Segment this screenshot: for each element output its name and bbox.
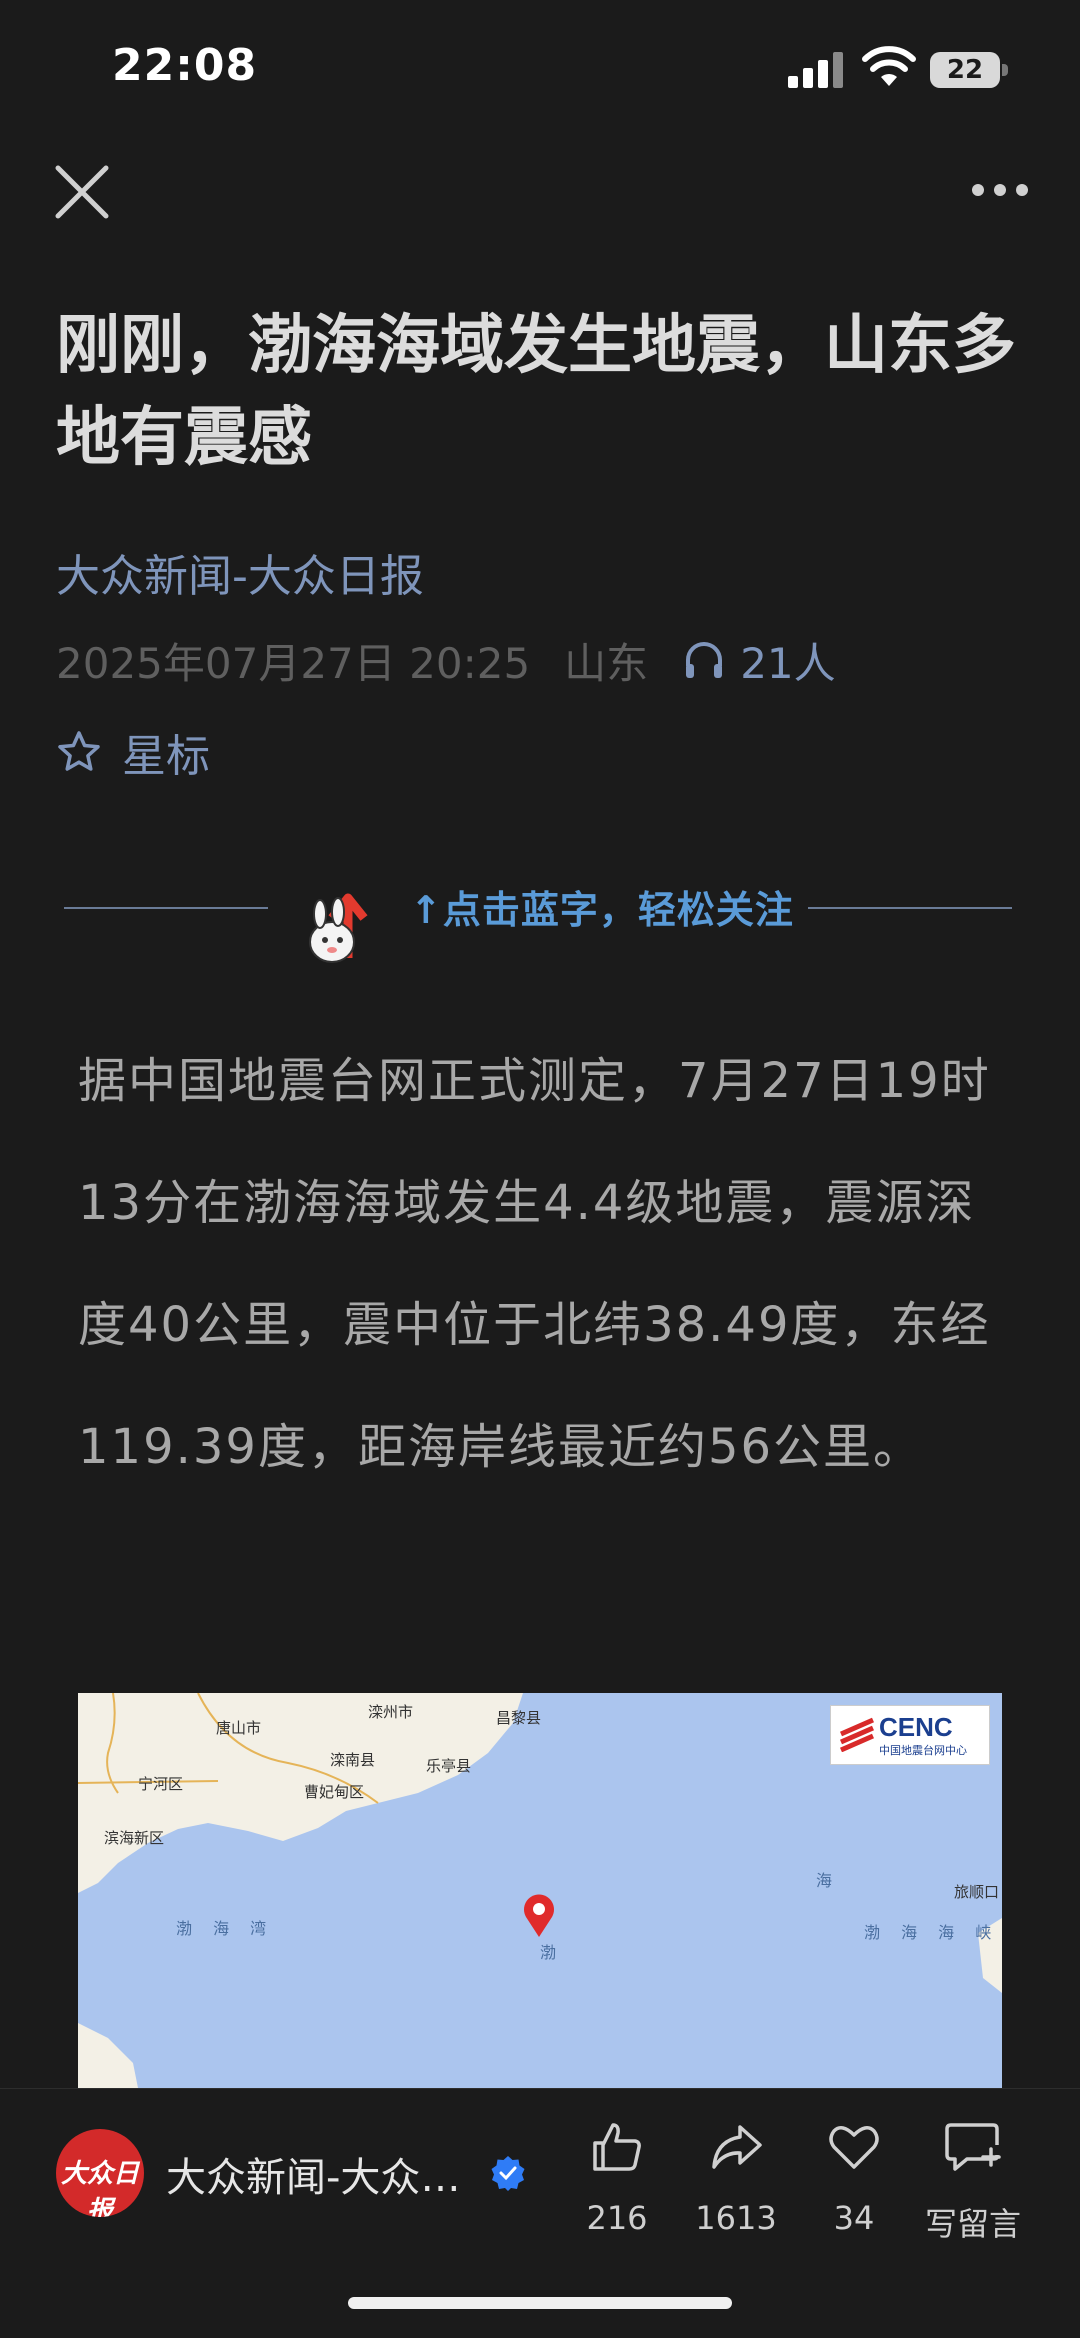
map-sea-label: 渤 海 海 峡: [864, 1923, 1000, 1942]
follow-banner: ↑点击蓝字，轻松关注: [64, 880, 1012, 980]
map-sea-label: 海: [816, 1871, 841, 1890]
star-label: 星标: [122, 731, 210, 782]
publish-date: 2025年07月27日 20:25: [56, 638, 531, 688]
map-place-label: 唐山市: [216, 1719, 262, 1737]
favorite-count: 34: [833, 2199, 875, 2237]
share-icon: [712, 2125, 762, 2169]
more-options-icon[interactable]: [960, 160, 1040, 220]
source-link[interactable]: 大众新闻-大众日报: [56, 540, 424, 604]
earthquake-map: 唐山市 滦州市 昌黎县 滦南县 乐亭县 宁河区 曹妃甸区 滨海新区 旅顺口 渤 …: [78, 1693, 1002, 2088]
comment-icon: [945, 2123, 1001, 2171]
listener-count: 21人: [740, 638, 836, 688]
article-title: 刚刚，渤海海域发生地震，山东多地有震感: [56, 309, 1016, 475]
map-place-label: 昌黎县: [496, 1709, 542, 1727]
follow-banner-text[interactable]: ↑点击蓝字，轻松关注: [410, 880, 794, 940]
avatar-logo-text: 大众日报: [60, 2159, 139, 2217]
account-name[interactable]: 大众新闻-大众日报: [166, 2145, 486, 2203]
heart-icon: [829, 2126, 879, 2169]
like-count: 216: [586, 2199, 648, 2237]
map-place-label: 宁河区: [138, 1775, 184, 1793]
map-place-label: 旅顺口: [954, 1883, 1000, 1901]
headphones-icon: [686, 642, 723, 678]
write-comment-label: 写留言: [924, 2205, 1021, 2243]
wifi-icon: [862, 46, 916, 86]
close-icon[interactable]: [50, 160, 114, 224]
star-button[interactable]: 星标: [56, 722, 210, 782]
share-count: 1613: [695, 2199, 777, 2237]
cenc-logo: CENC 中国地震台网中心: [830, 1705, 990, 1765]
article-meta: 2025年07月27日 20:25 山东 21人: [56, 630, 836, 690]
bunny-mascot-icon: [309, 893, 368, 963]
cenc-logo-text: CENC: [879, 1712, 953, 1742]
banner-divider-right: [808, 907, 1012, 909]
star-icon: [58, 731, 100, 771]
status-bar: 22:08 22: [0, 0, 1080, 140]
cellular-signal-icon: [788, 52, 843, 88]
cenc-logo-subtext: 中国地震台网中心: [879, 1744, 967, 1757]
epicenter-marker-icon: [524, 1894, 554, 1937]
home-indicator[interactable]: [348, 2297, 732, 2309]
map-place-label: 滨海新区: [104, 1829, 165, 1847]
favorite-button[interactable]: 34: [799, 2119, 909, 2249]
verified-badge-icon: [491, 2156, 525, 2191]
map-place-label: 曹妃甸区: [304, 1783, 365, 1801]
status-time: 22:08: [112, 40, 258, 91]
battery-level: 22: [946, 55, 984, 85]
article-body: 据中国地震台网正式测定，7月27日19时13分在渤海海域发生4.4级地震，震源深…: [78, 1053, 991, 1475]
listen-button[interactable]: 21人: [682, 630, 836, 691]
map-sea-label: 渤 海 湾: [176, 1919, 275, 1938]
map-place-label: 滦州市: [368, 1703, 414, 1721]
banner-divider-left: [64, 907, 268, 909]
share-button[interactable]: 1613: [681, 2119, 791, 2249]
thumbs-up-icon: [593, 2123, 641, 2171]
account-avatar[interactable]: 大众日报: [56, 2129, 144, 2217]
map-place-label: 滦南县: [330, 1751, 376, 1769]
battery-icon: 22: [930, 52, 1010, 88]
publish-location: 山东: [564, 638, 649, 688]
like-button[interactable]: 216: [562, 2119, 672, 2249]
write-comment-button[interactable]: 写留言: [918, 2119, 1028, 2249]
map-sea-label: 渤: [540, 1943, 565, 1962]
map-place-label: 乐亭县: [426, 1757, 472, 1775]
